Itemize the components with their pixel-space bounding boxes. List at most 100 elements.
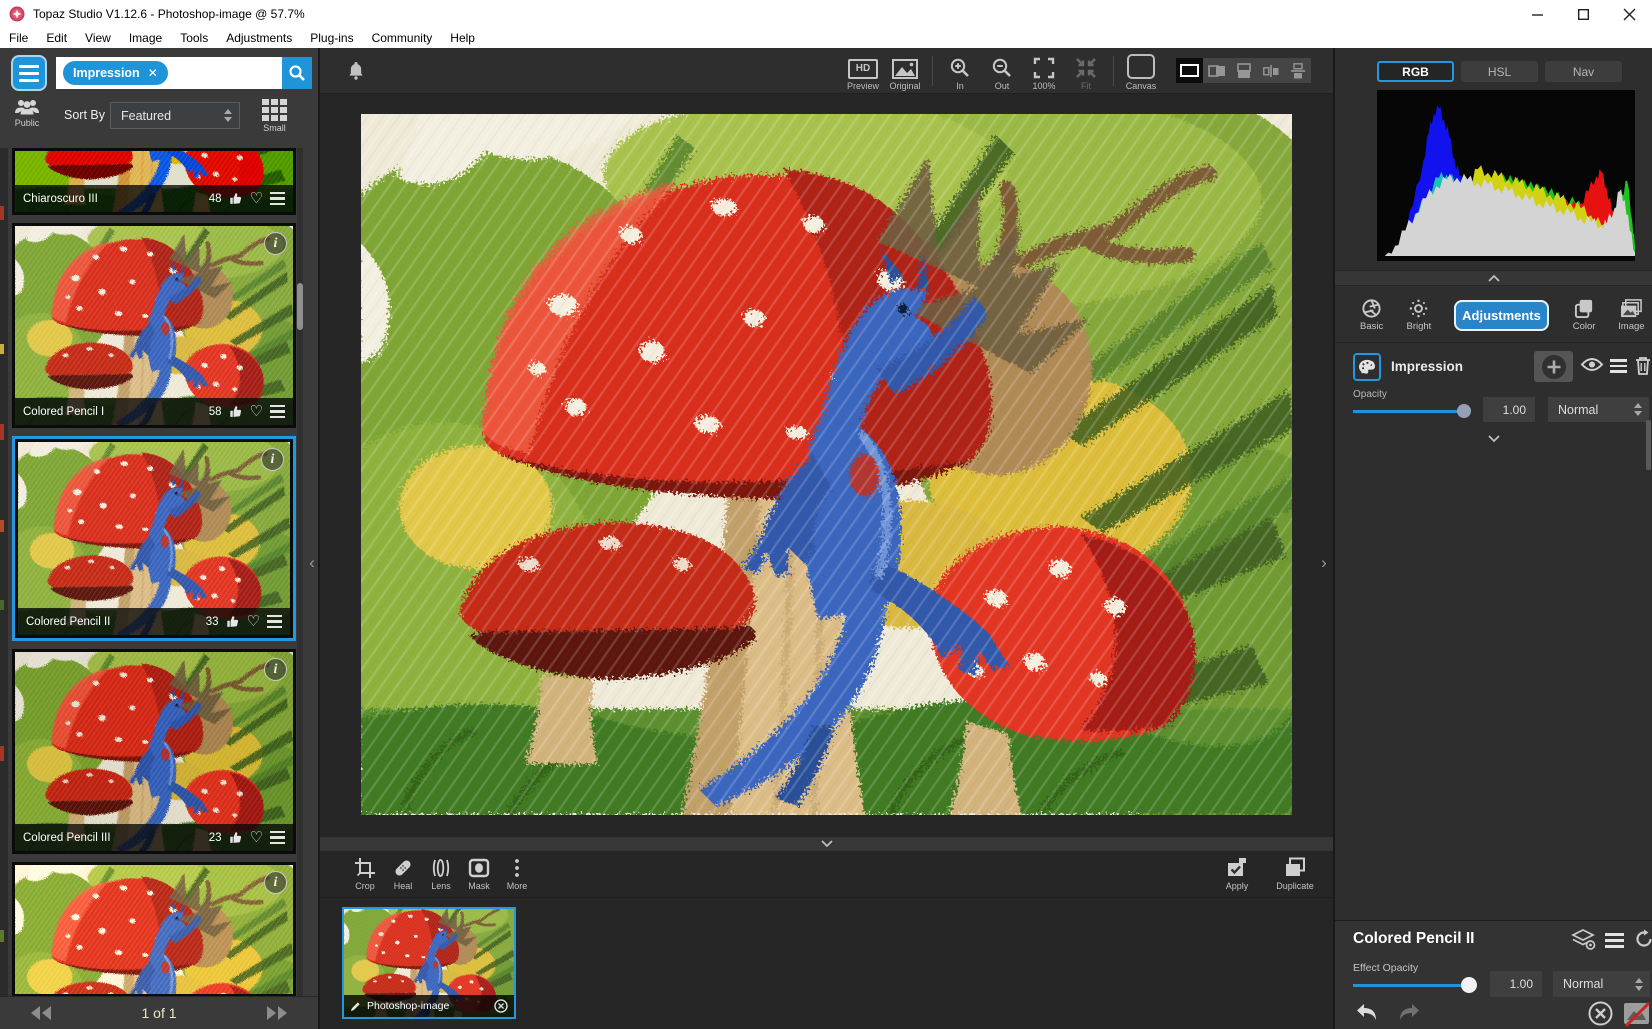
search-button[interactable]	[282, 57, 312, 89]
favorite-icon[interactable]: ♡	[250, 404, 263, 419]
close-button[interactable]	[1606, 0, 1652, 28]
film-close-icon[interactable]	[494, 999, 508, 1013]
thumbs-up-icon[interactable]	[226, 615, 240, 629]
favorite-icon[interactable]: ♡	[250, 830, 263, 845]
effect-card[interactable]: i ♡	[12, 862, 296, 997]
tab-basic[interactable]: Basic	[1351, 298, 1392, 332]
effect-menu-icon[interactable]	[270, 404, 285, 419]
undo-icon[interactable]	[1355, 1003, 1379, 1023]
effect-menu-icon[interactable]	[270, 830, 285, 845]
original-button[interactable]: Original	[884, 51, 926, 91]
thumbs-up-icon[interactable]	[229, 405, 243, 419]
effect-opacity-knob[interactable]	[1461, 977, 1477, 993]
menu-item-plug-ins[interactable]: Plug-ins	[301, 29, 362, 47]
tab-hsl[interactable]: HSL	[1461, 61, 1538, 82]
menu-item-edit[interactable]: Edit	[37, 29, 76, 47]
zoom-100-button[interactable]: 100%	[1023, 51, 1065, 91]
view-split-horizontal-button[interactable]	[1230, 58, 1257, 83]
trash-icon[interactable]	[1635, 356, 1651, 375]
crop-tool-button[interactable]: Crop	[346, 857, 384, 891]
reset-icon[interactable]	[1634, 929, 1652, 949]
notifications-bell-icon[interactable]	[344, 59, 368, 83]
view-topbottom-small-button[interactable]	[1284, 58, 1311, 83]
heal-tool-button[interactable]: Heal	[384, 857, 422, 891]
search-chip[interactable]: Impression ✕	[63, 61, 168, 85]
tab-image[interactable]: Image	[1611, 298, 1652, 332]
more-tools-button[interactable]: More	[498, 857, 536, 891]
effect-blend-select[interactable]: Normal	[1553, 971, 1650, 997]
next-page-button[interactable]	[264, 1005, 290, 1021]
opacity-value-field[interactable]: 1.00	[1483, 397, 1535, 422]
effect-menu-icon[interactable]	[267, 614, 282, 629]
bottom-panel-collapse-bar[interactable]	[320, 836, 1333, 852]
adjustment-menu-icon[interactable]	[1610, 359, 1627, 373]
sidebar-scrollbar-thumb[interactable]	[297, 283, 303, 330]
maximize-button[interactable]	[1560, 0, 1606, 28]
duplicate-button[interactable]: Duplicate	[1269, 857, 1321, 891]
fit-button[interactable]: Fit	[1065, 51, 1107, 91]
opacity-slider-knob[interactable]	[1457, 404, 1471, 418]
tab-nav[interactable]: Nav	[1545, 61, 1622, 82]
opacity-slider[interactable]	[1353, 403, 1471, 419]
public-toggle[interactable]: Public	[14, 99, 40, 128]
effect-card[interactable]: i Colored Pencil II 33 ♡	[12, 436, 296, 641]
hd-preview-button[interactable]: HD Preview	[842, 51, 884, 91]
effect-opacity-value-field[interactable]: 1.00	[1490, 971, 1542, 997]
menu-item-image[interactable]: Image	[120, 29, 171, 47]
film-thumbnail[interactable]: Photoshop-image	[342, 907, 516, 1019]
edited-image[interactable]	[361, 114, 1292, 815]
info-icon[interactable]: i	[264, 232, 287, 255]
sidebar-scrollbar[interactable]	[297, 148, 303, 997]
effect-menu-icon[interactable]	[270, 191, 285, 206]
adjustment-expand-handle[interactable]	[1335, 435, 1652, 443]
chip-close-icon[interactable]: ✕	[148, 66, 158, 80]
view-sidebyside-small-button[interactable]	[1257, 58, 1284, 83]
info-icon[interactable]: i	[264, 871, 287, 894]
tab-rgb[interactable]: RGB	[1377, 61, 1454, 82]
add-adjustment-button[interactable]	[1534, 351, 1573, 382]
layers-settings-icon[interactable]	[1571, 929, 1596, 951]
tab-bright[interactable]: Bright	[1398, 298, 1439, 332]
effect-card[interactable]: i Chiaroscuro III 48 ♡	[12, 148, 296, 215]
canvas-button[interactable]: Canvas	[1120, 51, 1162, 91]
menu-item-adjustments[interactable]: Adjustments	[217, 29, 301, 47]
effect-card[interactable]: i Colored Pencil I 58 ♡	[12, 223, 296, 428]
redo-icon[interactable]	[1397, 1003, 1421, 1023]
thumbs-up-icon[interactable]	[229, 192, 243, 206]
tab-color[interactable]: Color	[1563, 298, 1604, 332]
search-input[interactable]: Impression ✕	[56, 57, 282, 89]
menu-item-tools[interactable]: Tools	[171, 29, 217, 47]
disable-image-icon[interactable]	[1623, 1001, 1651, 1028]
blend-mode-select[interactable]: Normal	[1548, 397, 1649, 422]
effect-menu-icon[interactable]	[1605, 933, 1624, 948]
sort-select[interactable]: Featured	[110, 102, 240, 129]
collapse-left-panel-handle[interactable]: ‹	[306, 553, 318, 573]
remove-effect-icon[interactable]	[1588, 1001, 1613, 1026]
panel-scrollbar-thumb[interactable]	[1646, 420, 1651, 470]
histogram-collapse-bar[interactable]	[1335, 270, 1652, 286]
lens-tool-button[interactable]: Lens	[422, 857, 460, 891]
menu-item-help[interactable]: Help	[441, 29, 484, 47]
thumbnail-size-toggle[interactable]: Small	[262, 99, 287, 133]
zoom-in-button[interactable]: In	[939, 51, 981, 91]
sidebar-menu-button[interactable]	[11, 55, 47, 91]
view-split-vertical-button[interactable]	[1203, 58, 1230, 83]
canvas-viewport[interactable]	[320, 93, 1333, 836]
thumbs-up-icon[interactable]	[229, 831, 243, 845]
favorite-icon[interactable]: ♡	[247, 614, 260, 629]
minimize-button[interactable]	[1514, 0, 1560, 28]
apply-button[interactable]: Apply	[1215, 857, 1259, 891]
info-icon[interactable]: i	[264, 658, 287, 681]
info-icon[interactable]: i	[261, 448, 284, 471]
tab-adjustments[interactable]: Adjustments	[1453, 299, 1550, 331]
menu-item-file[interactable]: File	[0, 29, 37, 47]
effect-card[interactable]: i Colored Pencil III 23 ♡	[12, 649, 296, 854]
favorite-icon[interactable]: ♡	[250, 191, 263, 206]
effect-opacity-slider[interactable]	[1353, 977, 1477, 993]
menu-item-community[interactable]: Community	[363, 29, 442, 47]
view-single-button[interactable]	[1176, 58, 1203, 83]
zoom-out-button[interactable]: Out	[981, 51, 1023, 91]
collapse-right-panel-handle[interactable]: ›	[1318, 553, 1330, 573]
visibility-eye-icon[interactable]	[1580, 356, 1604, 373]
impression-active-indicator[interactable]	[1353, 353, 1381, 381]
